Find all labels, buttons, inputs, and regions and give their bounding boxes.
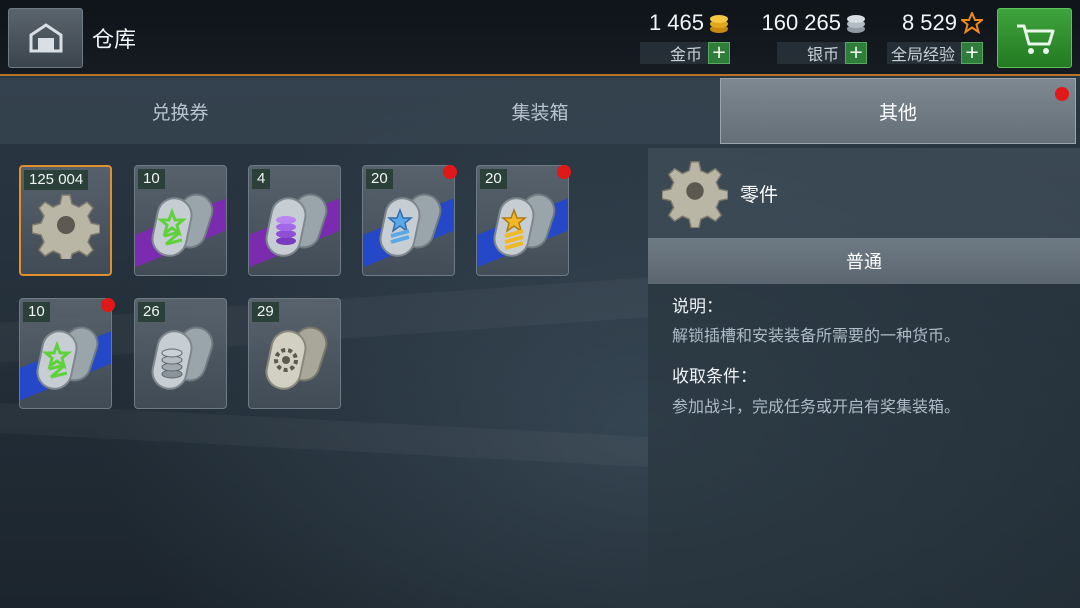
inventory-item-green-star-tag-blue[interactable]: 10: [19, 298, 112, 409]
add-gold-button[interactable]: +: [708, 42, 730, 64]
top-bar: 仓库 1 465 金币 + 160 265 银币 + 8 529 全局经验 +: [0, 0, 1080, 76]
dogtag-blue-star-icon: [379, 193, 442, 257]
tab-vouchers[interactable]: 兑换券: [0, 78, 360, 144]
inventory-item-green-star-tag[interactable]: 10: [134, 165, 227, 276]
acquire-text: 参加战斗，完成任务或开启有奖集装箱。: [672, 397, 961, 416]
detail-header: 零件: [648, 148, 1080, 238]
dogtag-gold-star-icon: [493, 193, 556, 257]
item-count: 10: [23, 302, 50, 322]
warehouse-icon: [29, 23, 63, 53]
silver-label-row: 银币 +: [776, 42, 867, 64]
gold-label-row: 金币 +: [639, 42, 730, 64]
cart-icon: [1017, 24, 1055, 54]
inventory-item-gold-star-tag[interactable]: 20: [476, 165, 569, 276]
notification-dot: [443, 165, 457, 179]
home-button[interactable]: [8, 8, 83, 68]
silver-label: 银币: [806, 45, 839, 64]
item-name: 零件: [740, 184, 779, 206]
item-count: 4: [252, 169, 271, 189]
gold-amount: 1 465: [648, 10, 704, 35]
item-count: 20: [480, 169, 507, 189]
xp-currency: 8 529 全局经验 +: [880, 8, 983, 68]
category-tabs: 兑换券 集装箱 其他: [0, 78, 1080, 144]
notification-dot: [557, 165, 571, 179]
gear-parts-icon: [32, 194, 100, 259]
inventory-item-gear-tag[interactable]: 29: [248, 298, 341, 409]
xp-label: 全局经验: [890, 45, 955, 64]
inventory-item-parts[interactable]: 125 004: [19, 165, 112, 276]
gold-currency: 1 465 金币 +: [630, 8, 730, 68]
silver-coins-icon: [847, 15, 865, 33]
item-count: 125 004: [24, 170, 89, 190]
silver-amount-row: 160 265: [761, 10, 867, 36]
silver-currency: 160 265 银币 +: [755, 8, 867, 68]
silver-amount: 160 265: [761, 10, 841, 35]
inventory-grid: 125 004 10 4 20 20 10 26 29: [0, 148, 648, 608]
add-silver-button[interactable]: +: [845, 42, 867, 64]
description-heading: 说明：: [672, 297, 723, 317]
dogtag-silver-coins-icon: [151, 326, 214, 390]
gear-parts-icon: [662, 161, 728, 228]
add-xp-button[interactable]: +: [961, 42, 983, 64]
gold-coins-icon: [710, 15, 728, 33]
acquire-heading: 收取条件：: [672, 367, 757, 387]
dogtag-green-star-icon: [151, 193, 214, 257]
dogtag-green-star-icon: [36, 326, 99, 390]
item-count: 20: [366, 169, 393, 189]
xp-label-row: 全局经验 +: [886, 42, 983, 64]
tab-other-label: 其他: [878, 101, 917, 124]
tab-containers[interactable]: 集装箱: [360, 78, 720, 144]
dogtag-coins-purple-icon: [265, 193, 328, 257]
gold-amount-row: 1 465: [649, 10, 730, 36]
inventory-item-silver-coins-tag[interactable]: 26: [134, 298, 227, 409]
xp-amount-row: 8 529: [902, 10, 983, 36]
page-title: 仓库: [92, 28, 137, 53]
xp-amount: 8 529: [901, 10, 957, 35]
gold-label: 金币: [669, 45, 702, 64]
description-text: 解锁插槽和安装装备所需要的一种货币。: [672, 326, 961, 345]
inventory-item-blue-star-tag[interactable]: 20: [362, 165, 455, 276]
inventory-item-purple-coins-tag[interactable]: 4: [248, 165, 341, 276]
notification-dot: [1055, 87, 1069, 101]
rarity-label: 普通: [648, 238, 1080, 284]
star-icon: [961, 12, 983, 34]
item-count: 29: [252, 302, 279, 322]
item-detail-panel: 零件 普通 说明： 解锁插槽和安装装备所需要的一种货币。 收取条件： 参加战斗，…: [648, 148, 1080, 608]
dogtag-gear-icon: [265, 326, 328, 390]
item-count: 10: [138, 169, 165, 189]
tab-other[interactable]: 其他: [720, 78, 1076, 144]
shop-cart-button[interactable]: [997, 8, 1072, 68]
item-count: 26: [138, 302, 165, 322]
notification-dot: [101, 298, 115, 312]
